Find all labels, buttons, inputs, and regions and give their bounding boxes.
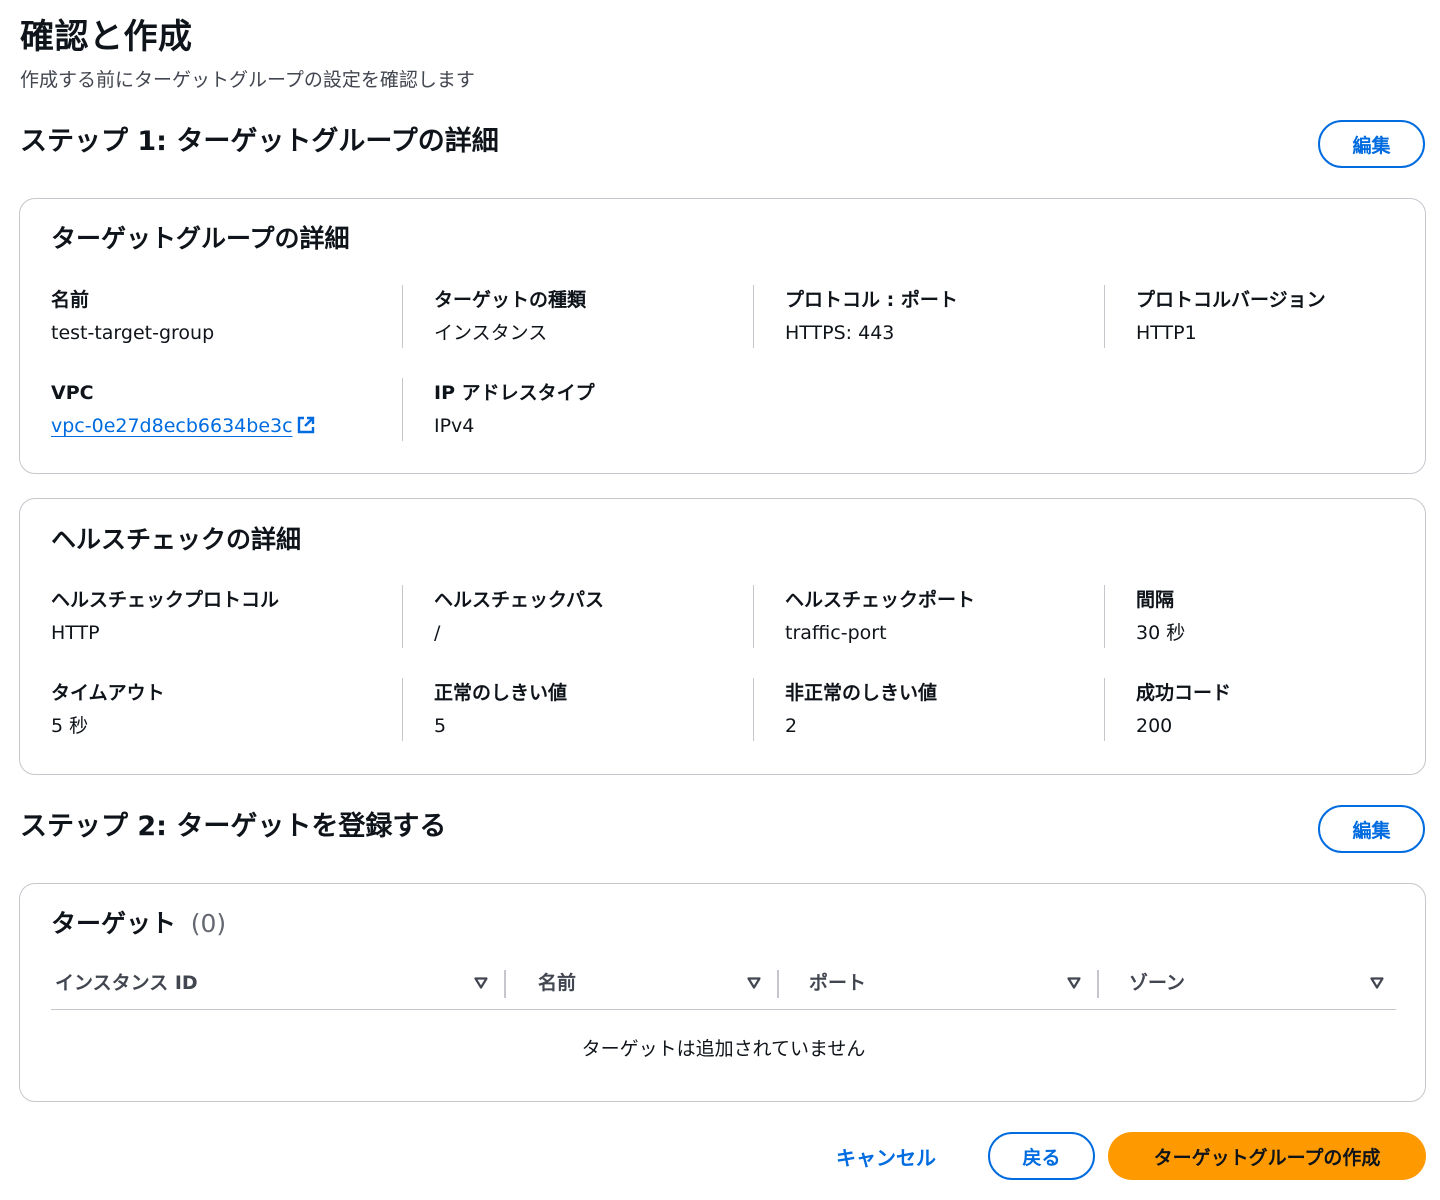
sort-down-icon[interactable] [1067, 976, 1081, 990]
field-value: HTTPS: 443 [785, 322, 895, 344]
field-value: HTTP [51, 622, 100, 644]
field-label: ヘルスチェックポート [785, 589, 976, 611]
column-label: ゾーン [1129, 972, 1186, 994]
field-health-protocol: ヘルスチェックプロトコル HTTP [51, 585, 402, 648]
field-health-port: ヘルスチェックポート traffic-port [753, 585, 1104, 648]
field-label: 間隔 [1136, 589, 1175, 611]
field-label: プロトコル : ポート [785, 289, 958, 311]
sort-down-icon[interactable] [747, 976, 761, 990]
field-name: 名前 test-target-group [51, 285, 402, 348]
field-value: HTTP1 [1136, 322, 1197, 344]
back-button[interactable]: 戻る [988, 1132, 1095, 1180]
targets-title: ターゲット (0) [51, 906, 226, 942]
field-label: 正常のしきい値 [434, 682, 568, 704]
field-label: タイムアウト [51, 682, 165, 704]
targets-card: ターゲット (0) インスタンス ID 名前 ポート ゾーン ターゲットは追加さ… [19, 883, 1426, 1102]
health-check-details-grid: ヘルスチェックプロトコル HTTP ヘルスチェックパス / ヘルスチェックポート… [51, 585, 1426, 741]
targets-empty-message: ターゲットは追加されていません [581, 1038, 866, 1060]
external-link-icon[interactable] [297, 416, 315, 434]
cancel-button[interactable]: キャンセル [836, 1136, 936, 1176]
field-health-path: ヘルスチェックパス / [402, 585, 753, 648]
health-check-details-card: ヘルスチェックの詳細 ヘルスチェックプロトコル HTTP ヘルスチェックパス /… [19, 498, 1426, 775]
step2-title: ステップ 2: ターゲットを登録する [20, 811, 447, 842]
field-value: 5 [434, 715, 447, 737]
field-ip-address-type: IP アドレスタイプ IPv4 [402, 378, 753, 441]
targets-count: (0) [190, 909, 227, 938]
column-instance-id[interactable]: インスタンス ID [51, 954, 506, 1009]
column-label: ポート [809, 972, 867, 994]
field-label: ヘルスチェックパス [434, 589, 605, 611]
field-target-type: ターゲットの種類 インスタンス [402, 285, 753, 348]
step2-edit-button[interactable]: 編集 [1318, 805, 1425, 853]
field-label: ターゲットの種類 [434, 289, 587, 311]
field-value-wrapper: vpc-0e27d8ecb6634be3c [51, 411, 402, 441]
field-value: 2 [785, 715, 798, 737]
field-protocol-port: プロトコル : ポート HTTPS: 443 [753, 285, 1104, 348]
field-value: 30 秒 [1136, 622, 1186, 644]
target-group-details-card: ターゲットグループの詳細 名前 test-target-group ターゲットの… [19, 198, 1426, 474]
column-label: 名前 [538, 972, 577, 994]
field-label: ヘルスチェックプロトコル [51, 589, 280, 611]
field-interval: 間隔 30 秒 [1104, 585, 1426, 648]
step1-title: ステップ 1: ターゲットグループの詳細 [20, 126, 499, 157]
field-value: IPv4 [434, 415, 475, 437]
field-healthy-threshold: 正常のしきい値 5 [402, 678, 753, 741]
field-vpc: VPC vpc-0e27d8ecb6634be3c [51, 378, 402, 441]
field-label: プロトコルバージョン [1136, 289, 1326, 311]
vpc-link[interactable]: vpc-0e27d8ecb6634be3c [51, 415, 293, 437]
field-label: VPC [51, 382, 94, 404]
column-label: インスタンス ID [55, 972, 198, 994]
health-check-details-title: ヘルスチェックの詳細 [51, 525, 302, 554]
field-label: 非正常のしきい値 [785, 682, 938, 704]
target-group-details-title: ターゲットグループの詳細 [51, 224, 350, 253]
column-zone[interactable]: ゾーン [1099, 954, 1396, 1009]
page-description: 作成する前にターゲットグループの設定を確認します [20, 69, 475, 91]
field-value: 5 秒 [51, 715, 89, 737]
field-protocol-version: プロトコルバージョン HTTP1 [1104, 285, 1426, 348]
field-label: 名前 [51, 289, 90, 311]
target-group-details-grid: 名前 test-target-group ターゲットの種類 インスタンス プロト… [51, 285, 1426, 441]
step1-edit-button[interactable]: 編集 [1318, 120, 1425, 168]
field-value: test-target-group [51, 322, 215, 344]
create-target-group-button[interactable]: ターゲットグループの作成 [1108, 1132, 1426, 1180]
sort-down-icon[interactable] [474, 976, 488, 990]
field-unhealthy-threshold: 非正常のしきい値 2 [753, 678, 1104, 741]
field-label: IP アドレスタイプ [434, 382, 595, 404]
field-value: / [434, 622, 441, 644]
targets-title-text: ターゲット [51, 909, 177, 938]
field-value: 200 [1136, 715, 1173, 737]
column-port[interactable]: ポート [779, 954, 1099, 1009]
page-title: 確認と作成 [20, 17, 193, 57]
column-name[interactable]: 名前 [506, 954, 779, 1009]
field-value: インスタンス [434, 322, 548, 344]
field-label: 成功コード [1136, 682, 1232, 704]
sort-down-icon[interactable] [1370, 976, 1384, 990]
targets-table-header: インスタンス ID 名前 ポート ゾーン [51, 954, 1396, 1010]
field-success-codes: 成功コード 200 [1104, 678, 1426, 741]
field-value: traffic-port [785, 622, 887, 644]
field-timeout: タイムアウト 5 秒 [51, 678, 402, 741]
